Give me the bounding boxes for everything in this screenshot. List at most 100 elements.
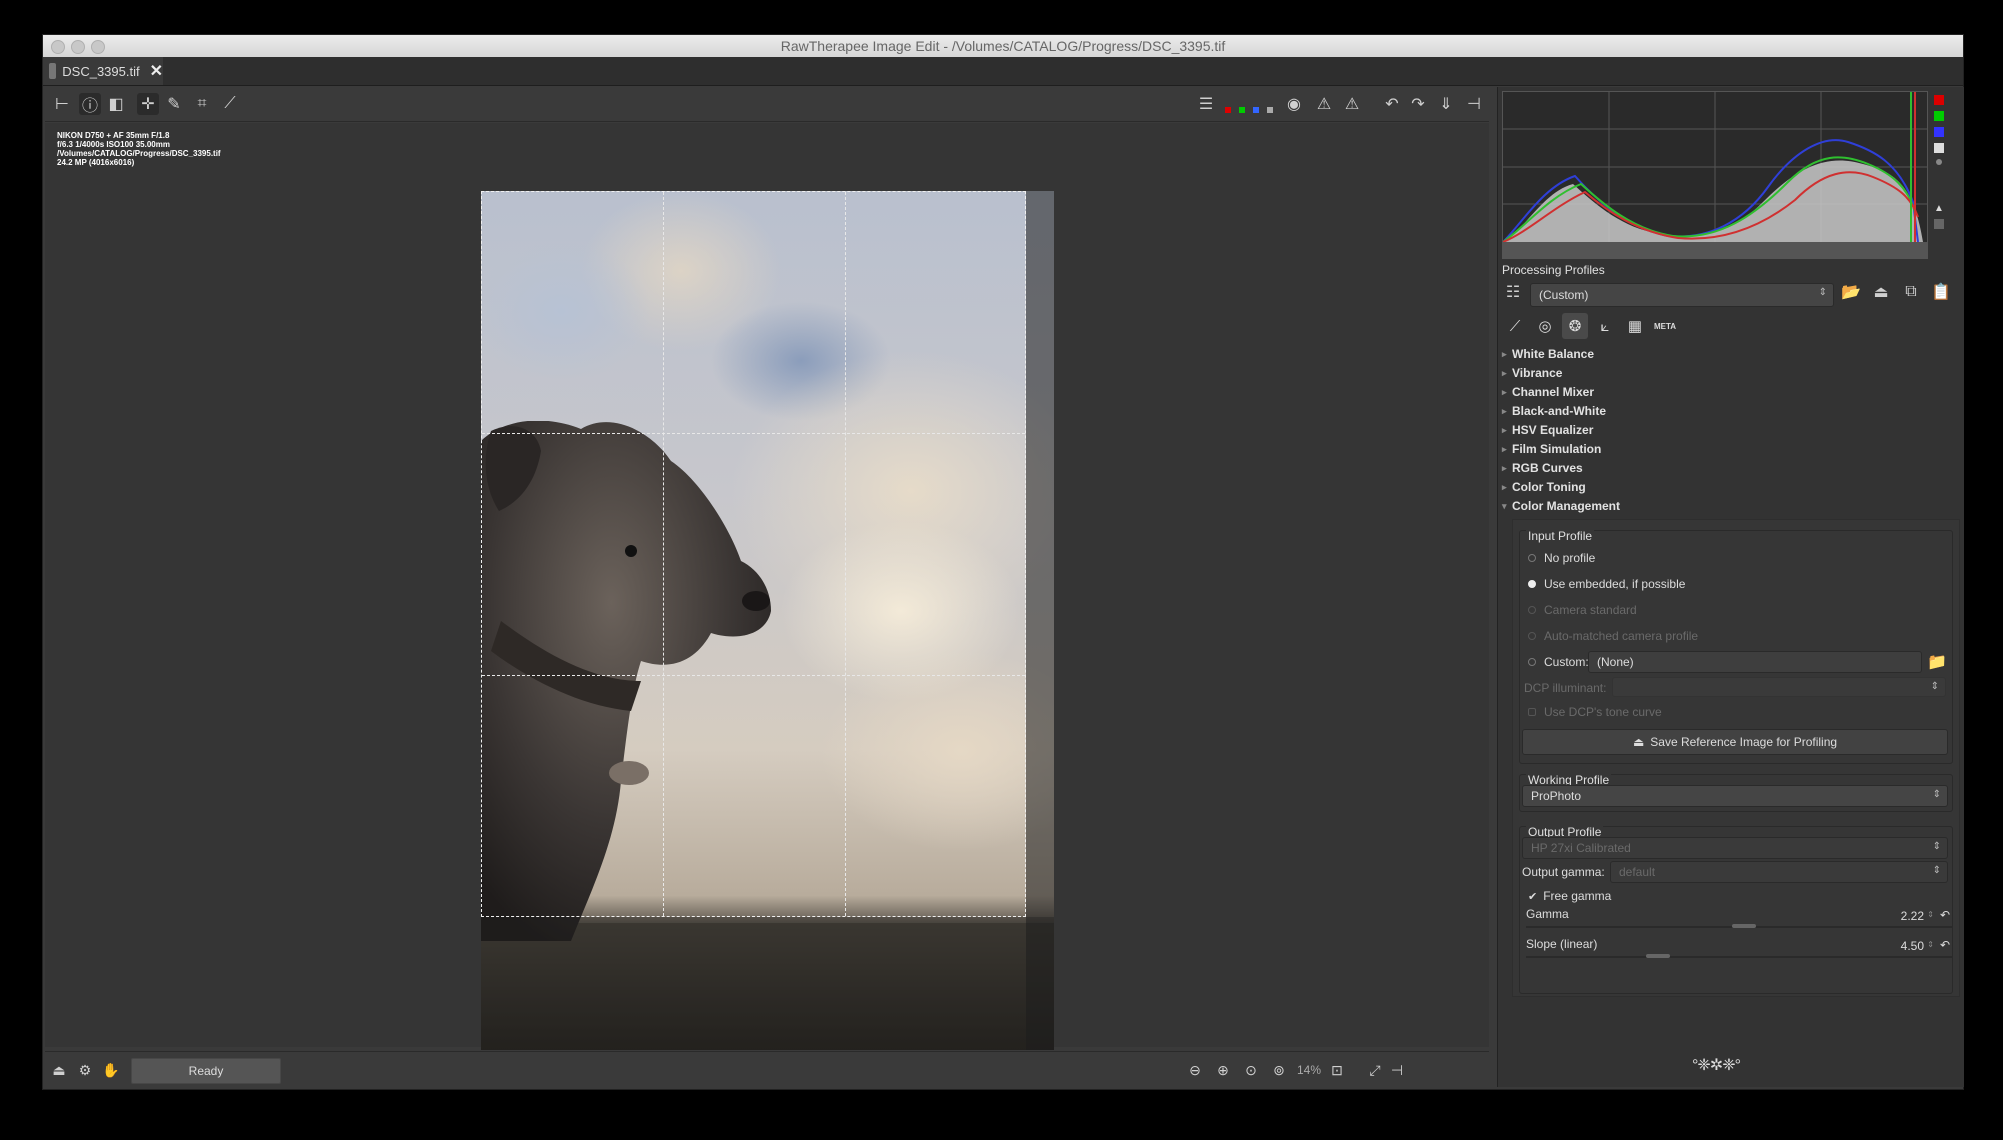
luminance-channel-icon[interactable] — [1267, 107, 1273, 113]
zoom-100-icon[interactable]: ⊚ — [1269, 1060, 1289, 1080]
tool-channel-mixer[interactable]: Channel Mixer — [1502, 383, 1960, 402]
tool-black-and-white[interactable]: Black-and-White — [1502, 402, 1960, 421]
zoom-fit-icon[interactable]: ⊙ — [1241, 1060, 1261, 1080]
custom-profile-field[interactable]: (None) — [1588, 651, 1922, 673]
slope-slider[interactable]: Slope (linear) 4.50 ⇕ ↶ — [1526, 937, 1952, 963]
tab-raw-icon[interactable]: ▦ — [1622, 313, 1648, 339]
crop-tool-icon[interactable]: ⌗ — [191, 93, 213, 115]
histogram-luminance-toggle[interactable] — [1934, 143, 1944, 153]
preview-mode-icon[interactable]: ☰ — [1195, 93, 1217, 115]
rotate-right-icon[interactable]: ↷ — [1407, 93, 1429, 115]
slope-spinner-icon[interactable]: ⇕ — [1927, 940, 1934, 949]
green-channel-icon[interactable] — [1239, 107, 1245, 113]
tool-rgb-curves[interactable]: RGB Curves — [1502, 459, 1960, 478]
histogram-bar-toggle[interactable] — [1934, 219, 1944, 229]
gamma-slider-value[interactable]: 2.22 — [1901, 909, 1924, 923]
checkbox-dcp-tone-curve[interactable]: Use DCP's tone curve — [1528, 703, 1662, 721]
info-icon[interactable]: ⓘ — [79, 93, 101, 115]
hand-tool-icon[interactable]: ✛ — [137, 93, 159, 115]
slope-reset-icon[interactable]: ↶ — [1940, 938, 1950, 952]
gamma-slider[interactable]: Gamma 2.22 ⇕ ↶ — [1526, 907, 1952, 933]
crop-frame[interactable] — [481, 191, 1026, 917]
toggle-left-panel-icon[interactable]: ⊢ — [51, 93, 73, 115]
profile-select[interactable]: (Custom) ⇕ — [1530, 283, 1834, 307]
dcp-illuminant-select[interactable]: ⇕ — [1612, 677, 1946, 697]
radio-camera-standard[interactable]: Camera standard — [1528, 601, 1637, 619]
tab-detail-icon[interactable]: ◎ — [1532, 313, 1558, 339]
tool-hsv-equalizer[interactable]: HSV Equalizer — [1502, 421, 1960, 440]
radio-custom[interactable]: Custom: — [1528, 653, 1589, 671]
zoom-in-icon[interactable]: ⊕ — [1213, 1060, 1233, 1080]
zoom-out-icon[interactable]: ⊖ — [1185, 1060, 1205, 1080]
red-channel-icon[interactable] — [1225, 107, 1231, 113]
processing-profiles-title: Processing Profiles — [1502, 263, 1605, 277]
paste-profile-icon[interactable]: 📋 — [1930, 281, 1952, 303]
gamma-slider-knob[interactable] — [1732, 924, 1756, 928]
straighten-tool-icon[interactable]: ⟋ — [219, 93, 241, 115]
image-preview[interactable]: NIKON D750 + AF 35mm F/1.8 f/6.3 1/4000s… — [45, 123, 1489, 1050]
exif-camera: NIKON D750 + AF 35mm F/1.8 — [57, 131, 170, 140]
output-gamma-select[interactable]: default ⇕ — [1610, 861, 1948, 883]
tool-film-simulation[interactable]: Film Simulation — [1502, 440, 1960, 459]
tab-exposure-icon[interactable]: ⟋ — [1502, 313, 1528, 339]
output-profile-select[interactable]: HP 27xi Calibrated ⇕ — [1522, 837, 1948, 859]
slope-slider-value[interactable]: 4.50 — [1901, 939, 1924, 953]
copy-profile-icon[interactable]: ⧉ — [1900, 281, 1922, 303]
output-gamma-arrows-icon: ⇕ — [1932, 865, 1941, 876]
histogram — [1502, 91, 1928, 259]
save-reference-icon: ⏏ — [1632, 735, 1645, 749]
white-balance-picker-icon[interactable]: ✎ — [163, 93, 185, 115]
save-image-icon[interactable]: ⏏ — [49, 1060, 69, 1080]
histogram-chroma-toggle[interactable] — [1936, 159, 1942, 165]
flip-icon[interactable]: ⇓ — [1435, 93, 1457, 115]
working-profile-select[interactable]: ProPhoto ⇕ — [1522, 785, 1948, 807]
slope-slider-knob[interactable] — [1646, 954, 1670, 958]
tool-white-balance[interactable]: White Balance — [1502, 345, 1960, 364]
gamma-reset-icon[interactable]: ↶ — [1940, 908, 1950, 922]
output-profile-arrows-icon: ⇕ — [1932, 841, 1941, 852]
blue-channel-icon[interactable] — [1253, 107, 1259, 113]
close-tab-icon[interactable]: ✕ — [150, 61, 163, 81]
checkbox-free-gamma[interactable]: ✔ Free gamma — [1528, 887, 1611, 905]
histogram-red-toggle[interactable] — [1934, 95, 1944, 105]
queue-icon[interactable]: ⚙ — [75, 1060, 95, 1080]
tab-color-icon[interactable]: ❂ — [1562, 313, 1588, 339]
before-after-icon[interactable]: ◧ — [105, 93, 127, 115]
crop-guide-vertical — [663, 192, 664, 916]
fullscreen-icon[interactable]: ⤢ — [1365, 1060, 1385, 1080]
load-profile-icon[interactable]: 📂 — [1840, 281, 1862, 303]
save-profile-icon[interactable]: ⏏ — [1870, 281, 1892, 303]
profile-partial-icon[interactable]: ☷ — [1502, 281, 1524, 303]
checkbox-checked-icon: ✔ — [1528, 890, 1538, 903]
title-bar: RawTherapee Image Edit - /Volumes/CATALO… — [43, 35, 1963, 58]
tab-image[interactable]: DSC_3395.tif ✕ — [43, 57, 163, 85]
save-reference-image-button[interactable]: ⏏ Save Reference Image for Profiling — [1522, 729, 1948, 755]
tool-color-toning[interactable]: Color Toning — [1502, 478, 1960, 497]
profile-select-arrows-icon: ⇕ — [1818, 287, 1827, 298]
radio-use-embedded[interactable]: Use embedded, if possible — [1528, 575, 1685, 593]
focus-mask-icon[interactable]: ◉ — [1283, 93, 1305, 115]
tab-metadata-icon[interactable]: META — [1652, 313, 1678, 339]
highlight-clip-warning-icon[interactable]: ⚠ — [1341, 93, 1363, 115]
color-management-panel: Input Profile No profile Use embedded, i… — [1512, 519, 1960, 997]
browse-profile-icon[interactable]: 📁 — [1926, 651, 1948, 673]
rotate-left-icon[interactable]: ↶ — [1381, 93, 1403, 115]
output-profile-group: Output Profile HP 27xi Calibrated ⇕ Outp… — [1519, 825, 1953, 994]
new-detail-window-icon[interactable]: ⊡ — [1327, 1060, 1347, 1080]
working-profile-arrows-icon: ⇕ — [1932, 789, 1941, 800]
working-profile-group: Working Profile ProPhoto ⇕ — [1519, 773, 1953, 812]
tool-color-management[interactable]: Color Management — [1502, 497, 1960, 516]
toggle-right-panel-bottom-icon[interactable]: ⊣ — [1387, 1060, 1407, 1080]
toggle-right-panel-icon[interactable]: ⊣ — [1463, 93, 1485, 115]
radio-auto-matched[interactable]: Auto-matched camera profile — [1528, 627, 1698, 645]
tool-vibrance[interactable]: Vibrance — [1502, 364, 1960, 383]
gamma-spinner-icon[interactable]: ⇕ — [1927, 910, 1934, 919]
shadow-clip-warning-icon[interactable]: ⚠ — [1313, 93, 1335, 115]
slope-slider-track[interactable] — [1526, 956, 1952, 958]
histogram-raw-toggle-icon[interactable]: ▲ — [1934, 203, 1944, 214]
tab-transform-icon[interactable]: ⟀ — [1592, 313, 1618, 339]
external-editor-icon[interactable]: ✋ — [101, 1060, 121, 1080]
radio-no-profile[interactable]: No profile — [1528, 549, 1595, 567]
histogram-blue-toggle[interactable] — [1934, 127, 1944, 137]
histogram-green-toggle[interactable] — [1934, 111, 1944, 121]
